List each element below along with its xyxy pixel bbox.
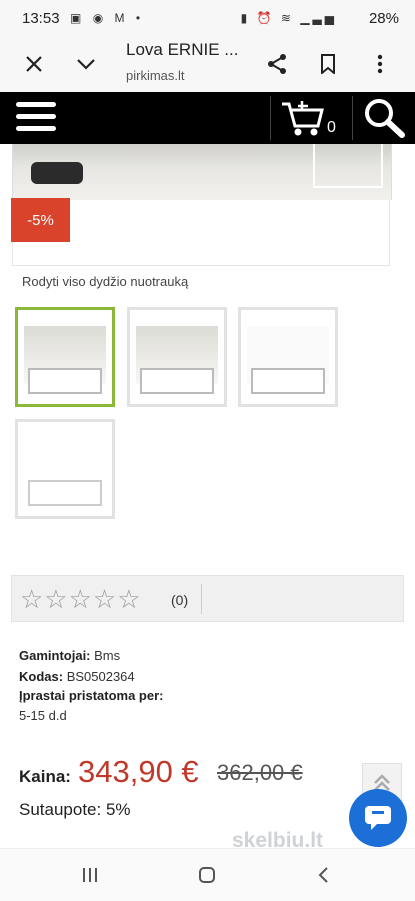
status-bar: 13:53 ▣ ◉ M • ▮ ⏰ ≋ ▁▃▅ 28% (0, 0, 415, 36)
system-nav-bar (0, 848, 415, 901)
manufacturer-label: Gamintojai: (19, 648, 91, 663)
delivery-value-row: 5-15 d.d (19, 708, 67, 723)
share-icon[interactable] (263, 50, 291, 78)
header-divider (352, 96, 353, 140)
cart-count: 0 (327, 119, 336, 136)
toy-car-image (31, 162, 83, 184)
dot-icon: • (135, 11, 145, 25)
rating-divider (201, 584, 202, 614)
thumbnail-2[interactable] (127, 307, 227, 407)
system-icons: ▮ ⏰ ≋ ▁▃▅ (241, 11, 337, 25)
notification-icons: ▣ ◉ M • (70, 11, 144, 25)
close-icon[interactable] (20, 50, 48, 78)
recents-icon[interactable] (75, 863, 105, 887)
bed-leg-image (313, 144, 383, 188)
manufacturer-value: Bms (94, 648, 121, 663)
thumbnail-3[interactable] (238, 307, 338, 407)
image-icon: ▣ (70, 11, 86, 25)
bed-shape (251, 368, 325, 394)
site-header: 0 (0, 92, 415, 144)
delivery-value: 5-15 d.d (19, 708, 67, 723)
thumbnail-4[interactable] (15, 419, 115, 519)
page-url[interactable]: pirkimas.lt (126, 68, 185, 83)
gmail-icon: M (114, 11, 129, 25)
more-vert-icon[interactable] (366, 50, 394, 78)
savings-text: Sutaupote: 5% (19, 800, 131, 819)
thumbnail-1[interactable] (15, 307, 115, 407)
rating-count: (0) (171, 592, 189, 608)
code-row: Kodas: BS0502364 (19, 669, 135, 684)
code-label: Kodas: (19, 669, 64, 684)
price-original: 362,00 € (217, 760, 303, 785)
fullsize-photo-link[interactable]: Rodyti viso dydžio nuotrauką (22, 274, 188, 289)
battery-level: 28% (368, 10, 399, 27)
bed-shape (140, 368, 214, 394)
delivery-label: Įprastai pristatoma per: (19, 688, 164, 703)
discount-badge: -5% (11, 198, 70, 242)
header-divider (270, 96, 271, 140)
delivery-row: Įprastai pristatoma per: (19, 688, 164, 703)
wifi-icon: ≋ (280, 11, 294, 25)
price-label: Kaina: (19, 767, 71, 786)
price-current: 343,90 € (78, 754, 199, 789)
bed-shape (28, 368, 102, 394)
back-icon[interactable] (308, 863, 338, 887)
status-time: 13:53 (22, 10, 60, 27)
cart-icon[interactable] (280, 98, 326, 138)
bookmark-icon[interactable] (314, 50, 342, 78)
manufacturer-row: Gamintojai: Bms (19, 648, 120, 663)
home-icon[interactable] (192, 863, 222, 887)
code-value: BS0502364 (66, 669, 135, 684)
chat-icon[interactable] (349, 789, 407, 847)
hamburger-icon[interactable] (16, 102, 56, 134)
rating-stars[interactable]: ☆☆☆☆☆ (20, 584, 142, 615)
messenger-icon: ◉ (92, 11, 108, 25)
bed-shape (28, 480, 102, 506)
chevron-down-icon[interactable] (72, 50, 100, 78)
browser-toolbar: Lova ERNIE ... pirkimas.lt (0, 36, 415, 92)
signal-icon: ▁▃▅ (300, 11, 337, 25)
rating-box: ☆☆☆☆☆ (0) (11, 575, 404, 622)
product-main-image[interactable] (12, 144, 392, 200)
search-icon[interactable] (362, 97, 406, 139)
alarm-icon: ⏰ (256, 11, 275, 25)
battery-saver-icon: ▮ (240, 11, 251, 25)
page-title: Lova ERNIE ... (126, 40, 239, 59)
